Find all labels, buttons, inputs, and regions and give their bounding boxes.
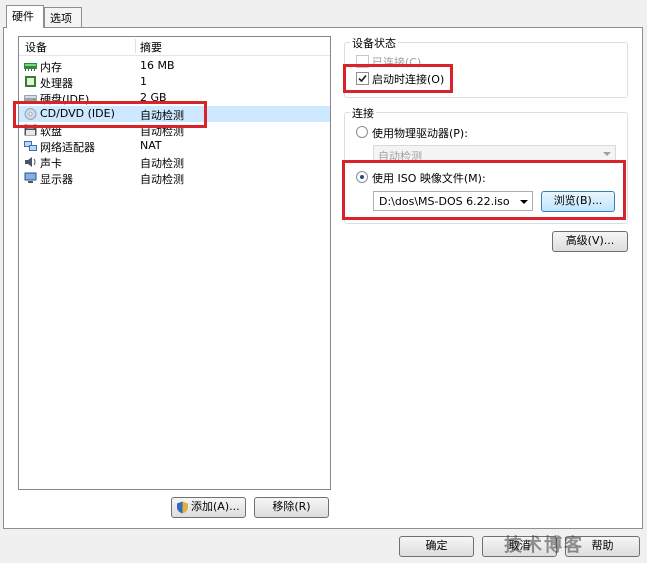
chevron-down-icon (520, 200, 528, 204)
device-name: 显示器 (40, 173, 73, 186)
device-row-processor[interactable]: 处理器 1 (19, 74, 330, 90)
connected-checkbox[interactable] (356, 55, 369, 68)
device-name: CD/DVD (IDE) (40, 107, 115, 120)
device-list-header: 设备 摘要 (19, 37, 330, 56)
device-list[interactable]: 设备 摘要 内存 16 MB 处理器 1 硬盘(IDE) 2 GB CD/DVD… (18, 36, 331, 490)
device-name: 软盘 (40, 125, 62, 138)
browse-button[interactable]: 浏览(B)... (541, 191, 615, 212)
device-name: 网络适配器 (40, 141, 95, 154)
iso-path-value: D:\dos\MS-DOS 6.22.iso (379, 195, 510, 208)
device-row-harddisk[interactable]: 硬盘(IDE) 2 GB (19, 90, 330, 106)
sound-icon (25, 157, 36, 167)
device-summary: 自动检测 (140, 157, 184, 170)
device-name: 声卡 (40, 157, 62, 170)
physical-drive-label: 使用物理驱动器(P): (372, 127, 468, 140)
device-row-network[interactable]: 网络适配器 NAT (19, 138, 330, 154)
device-name: 硬盘(IDE) (40, 93, 90, 106)
help-button-label: 帮助 (591, 539, 614, 552)
display-icon (24, 172, 37, 183)
device-summary: 2 GB (140, 91, 167, 104)
device-row-memory[interactable]: 内存 16 MB (19, 58, 330, 74)
floppy-icon (24, 124, 37, 136)
tab-hardware-label: 硬件 (12, 10, 34, 23)
device-summary: 16 MB (140, 59, 175, 72)
memory-icon (24, 63, 37, 71)
device-row-floppy[interactable]: 软盘 自动检测 (19, 122, 330, 138)
device-name: 处理器 (40, 77, 73, 90)
remove-button[interactable]: 移除(R) (254, 497, 329, 518)
physical-drive-radio[interactable] (356, 126, 368, 138)
connect-at-power-on-checkbox[interactable] (356, 72, 369, 85)
physical-drive-select[interactable]: 自动检测 (373, 145, 616, 163)
device-summary: 1 (140, 75, 147, 88)
advanced-button[interactable]: 高级(V)... (552, 231, 628, 252)
add-button[interactable]: 添加(A)... (171, 497, 246, 518)
iso-radio[interactable] (356, 171, 368, 183)
device-row-display[interactable]: 显示器 自动检测 (19, 170, 330, 186)
device-summary: 自动检测 (140, 125, 184, 138)
tab-options-label: 选项 (50, 12, 72, 25)
physical-drive-value: 自动检测 (378, 150, 422, 163)
device-summary: 自动检测 (140, 173, 184, 186)
harddisk-icon (24, 95, 37, 102)
checkmark-icon (358, 74, 367, 83)
device-summary: NAT (140, 139, 162, 152)
advanced-button-label: 高级(V)... (565, 234, 615, 247)
device-row-sound[interactable]: 声卡 自动检测 (19, 154, 330, 170)
tab-options[interactable]: 选项 (44, 7, 82, 27)
device-name: 内存 (40, 61, 62, 74)
iso-path-select[interactable]: D:\dos\MS-DOS 6.22.iso (373, 191, 533, 211)
connect-at-power-on-label: 启动时连接(O) (372, 73, 445, 86)
add-button-label: 添加(A)... (191, 500, 240, 513)
tab-hardware[interactable]: 硬件 (6, 5, 44, 28)
iso-label: 使用 ISO 映像文件(M): (372, 172, 486, 185)
column-device[interactable]: 设备 (25, 39, 47, 55)
device-status-title: 设备状态 (350, 35, 398, 51)
ok-button[interactable]: 确定 (399, 536, 474, 557)
network-icon (24, 141, 37, 151)
remove-button-label: 移除(R) (272, 500, 311, 513)
shield-icon (177, 501, 188, 514)
browse-button-label: 浏览(B)... (553, 194, 603, 207)
column-summary[interactable]: 摘要 (140, 39, 162, 55)
device-summary: 自动检测 (140, 109, 184, 122)
cdrom-icon (24, 108, 37, 120)
watermark: 技术博客 (504, 535, 584, 556)
device-row-cdrom[interactable]: CD/DVD (IDE) 自动检测 (19, 106, 330, 122)
chevron-down-icon (603, 152, 611, 156)
connected-label: 已连接(C) (372, 56, 422, 69)
processor-icon (25, 76, 36, 87)
ok-button-label: 确定 (425, 539, 448, 552)
connection-title: 连接 (350, 105, 376, 121)
